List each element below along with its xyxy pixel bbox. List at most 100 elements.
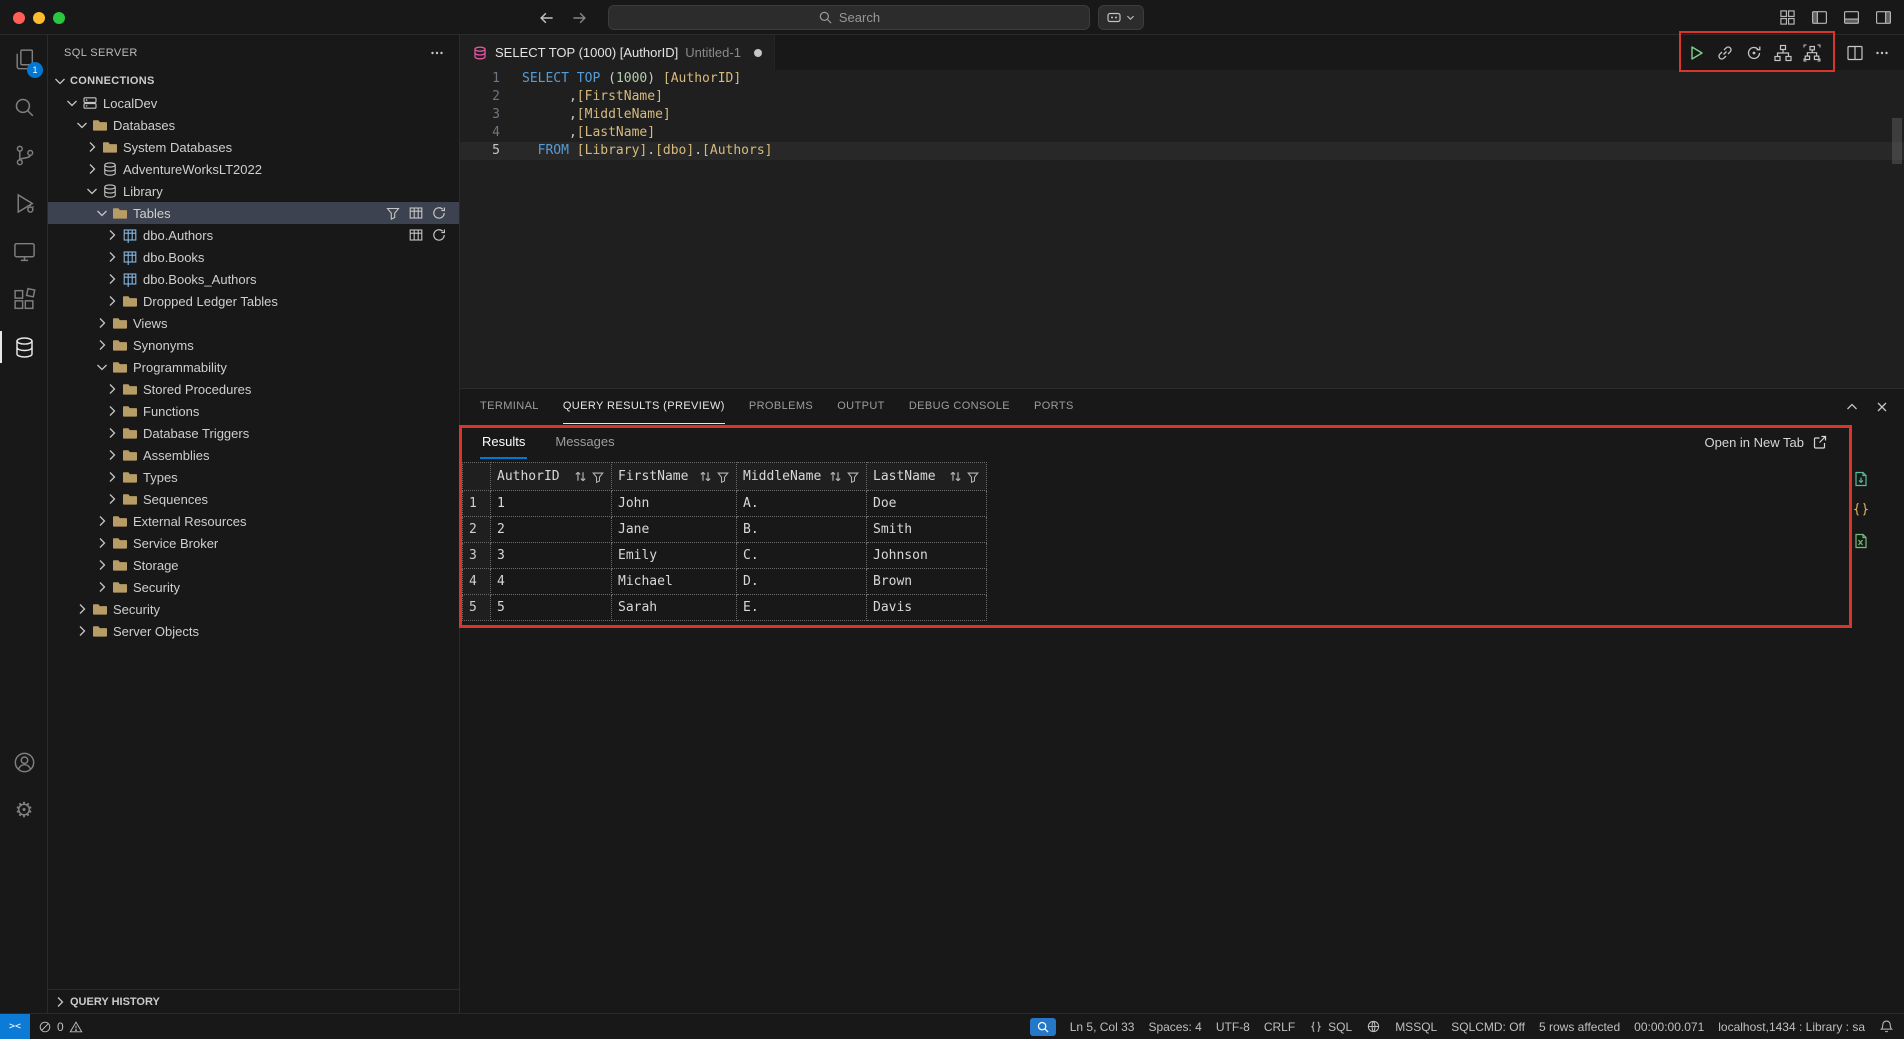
connections-section-header[interactable]: CONNECTIONS bbox=[48, 70, 459, 92]
more-actions-button[interactable] bbox=[1874, 45, 1890, 61]
go-forward-icon[interactable] bbox=[570, 9, 588, 27]
grid-cell[interactable]: 1 bbox=[491, 491, 612, 517]
grid-cell[interactable]: 5 bbox=[491, 595, 612, 621]
grid-cell[interactable]: C. bbox=[737, 543, 867, 569]
maximize-panel-icon[interactable] bbox=[1844, 399, 1860, 415]
grid-cell[interactable]: John bbox=[612, 491, 737, 517]
grid-cell[interactable]: E. bbox=[737, 595, 867, 621]
tree-item-external-resources[interactable]: External Resources bbox=[48, 510, 459, 532]
tree-item-tables[interactable]: Tables bbox=[48, 202, 459, 224]
tree-item-programmability[interactable]: Programmability bbox=[48, 356, 459, 378]
layout-grid-icon[interactable] bbox=[1779, 9, 1796, 26]
grid-cell[interactable]: 3 bbox=[491, 543, 612, 569]
activity-item-source-control[interactable] bbox=[0, 131, 48, 179]
end-of-line-status[interactable]: CRLF bbox=[1264, 1020, 1295, 1034]
tree-item-system-databases[interactable]: System Databases bbox=[48, 136, 459, 158]
row-number-cell[interactable]: 4 bbox=[463, 569, 491, 595]
results-tab-results[interactable]: Results bbox=[480, 426, 527, 459]
tree-item-dbo-books-authors[interactable]: dbo.Books_Authors bbox=[48, 268, 459, 290]
search-command-center[interactable]: Search bbox=[608, 5, 1090, 30]
filter-icon[interactable] bbox=[591, 470, 605, 484]
tree-item-service-broker[interactable]: Service Broker bbox=[48, 532, 459, 554]
filter-icon[interactable] bbox=[385, 205, 401, 221]
column-header-authorid[interactable]: AuthorID bbox=[491, 463, 612, 491]
panel-tab-query-results-preview[interactable]: QUERY RESULTS (PREVIEW) bbox=[563, 389, 725, 424]
grid-cell[interactable]: 4 bbox=[491, 569, 612, 595]
connection-status-status[interactable]: localhost,1434 : Library : sa bbox=[1718, 1020, 1865, 1034]
grid-cell[interactable]: 2 bbox=[491, 517, 612, 543]
zoom-indicator-status[interactable] bbox=[1030, 1018, 1056, 1036]
tree-item-stored-procedures[interactable]: Stored Procedures bbox=[48, 378, 459, 400]
editor-tab[interactable]: SELECT TOP (1000) [AuthorID] Untitled-1 bbox=[460, 35, 775, 70]
tree-item-functions[interactable]: Functions bbox=[48, 400, 459, 422]
modified-indicator-dot[interactable] bbox=[754, 49, 762, 57]
row-number-cell[interactable]: 1 bbox=[463, 491, 491, 517]
grid-cell[interactable]: B. bbox=[737, 517, 867, 543]
activity-item-extensions[interactable] bbox=[0, 275, 48, 323]
row-number-cell[interactable]: 3 bbox=[463, 543, 491, 569]
indentation-status[interactable]: Spaces: 4 bbox=[1148, 1020, 1201, 1034]
activity-item-search[interactable] bbox=[0, 83, 48, 131]
activity-item-run-and-debug[interactable] bbox=[0, 179, 48, 227]
panel-tab-output[interactable]: OUTPUT bbox=[837, 389, 885, 424]
grid-cell[interactable]: Davis bbox=[867, 595, 987, 621]
row-number-cell[interactable]: 2 bbox=[463, 517, 491, 543]
sidebar-more-actions-icon[interactable] bbox=[429, 45, 445, 61]
grid-cell[interactable]: Michael bbox=[612, 569, 737, 595]
tree-item-dbo-authors[interactable]: dbo.Authors bbox=[48, 224, 459, 246]
activity-item-sql-server[interactable] bbox=[0, 323, 48, 371]
tree-item-dropped-ledger-tables[interactable]: Dropped Ledger Tables bbox=[48, 290, 459, 312]
feedback-status[interactable] bbox=[1366, 1019, 1381, 1034]
tree-item-types[interactable]: Types bbox=[48, 466, 459, 488]
run-query-button[interactable] bbox=[1686, 43, 1706, 63]
grid-cell[interactable]: A. bbox=[737, 491, 867, 517]
code-editor[interactable]: 1SELECT TOP (1000) [AuthorID]2 ,[FirstNa… bbox=[460, 70, 1904, 388]
sort-icon[interactable] bbox=[573, 469, 588, 484]
layout-sidebar-left-icon[interactable] bbox=[1811, 9, 1828, 26]
column-header-firstname[interactable]: FirstName bbox=[612, 463, 737, 491]
grid-cell[interactable]: Smith bbox=[867, 517, 987, 543]
close-window-button[interactable] bbox=[13, 12, 25, 24]
open-in-new-tab-button[interactable]: Open in New Tab bbox=[1705, 434, 1829, 450]
save-as-excel-button[interactable] bbox=[1852, 532, 1870, 550]
connection-provider-status[interactable]: MSSQL bbox=[1395, 1020, 1437, 1034]
editor-scrollbar-thumb[interactable] bbox=[1892, 118, 1902, 164]
layout-sidebar-right-icon[interactable] bbox=[1875, 9, 1892, 26]
notifications-status[interactable] bbox=[1879, 1019, 1894, 1034]
tree-item-databases[interactable]: Databases bbox=[48, 114, 459, 136]
connect-button[interactable] bbox=[1715, 43, 1735, 63]
edit-data-icon[interactable] bbox=[408, 205, 424, 221]
edit-data-icon[interactable] bbox=[408, 227, 424, 243]
panel-tab-terminal[interactable]: TERMINAL bbox=[480, 389, 539, 424]
rows-affected-status[interactable]: 5 rows affected bbox=[1539, 1020, 1620, 1034]
tree-item-database-triggers[interactable]: Database Triggers bbox=[48, 422, 459, 444]
panel-tab-debug-console[interactable]: DEBUG CONSOLE bbox=[909, 389, 1010, 424]
encoding-status[interactable]: UTF-8 bbox=[1216, 1020, 1250, 1034]
activity-item-explorer[interactable]: 1 bbox=[0, 35, 48, 83]
estimated-plan-button[interactable] bbox=[1773, 43, 1793, 63]
maximize-window-button[interactable] bbox=[53, 12, 65, 24]
tree-item-dbo-books[interactable]: dbo.Books bbox=[48, 246, 459, 268]
cursor-position-status[interactable]: Ln 5, Col 33 bbox=[1070, 1020, 1135, 1034]
column-header-middlename[interactable]: MiddleName bbox=[737, 463, 867, 491]
tree-item-adventureworkslt2022[interactable]: AdventureWorksLT2022 bbox=[48, 158, 459, 180]
actual-plan-button[interactable] bbox=[1802, 43, 1822, 63]
grid-cell[interactable]: Sarah bbox=[612, 595, 737, 621]
language-mode-status[interactable]: SQL bbox=[1309, 1020, 1352, 1034]
column-header-lastname[interactable]: LastName bbox=[867, 463, 987, 491]
split-editor-button[interactable] bbox=[1845, 43, 1865, 63]
grid-cell[interactable]: Jane bbox=[612, 517, 737, 543]
tree-item-localdev[interactable]: LocalDev bbox=[48, 92, 459, 114]
remote-indicator[interactable]: >< bbox=[0, 1014, 30, 1039]
grid-cell[interactable]: Johnson bbox=[867, 543, 987, 569]
tree-item-storage[interactable]: Storage bbox=[48, 554, 459, 576]
sort-icon[interactable] bbox=[828, 469, 843, 484]
problems-status[interactable]: 0 bbox=[30, 1020, 88, 1034]
refresh-icon[interactable] bbox=[431, 227, 447, 243]
activity-item-remote-explorer[interactable] bbox=[0, 227, 48, 275]
sqlcmd-mode-status[interactable]: SQLCMD: Off bbox=[1451, 1020, 1525, 1034]
grid-cell[interactable]: D. bbox=[737, 569, 867, 595]
grid-cell[interactable]: Doe bbox=[867, 491, 987, 517]
row-number-cell[interactable]: 5 bbox=[463, 595, 491, 621]
filter-icon[interactable] bbox=[846, 470, 860, 484]
